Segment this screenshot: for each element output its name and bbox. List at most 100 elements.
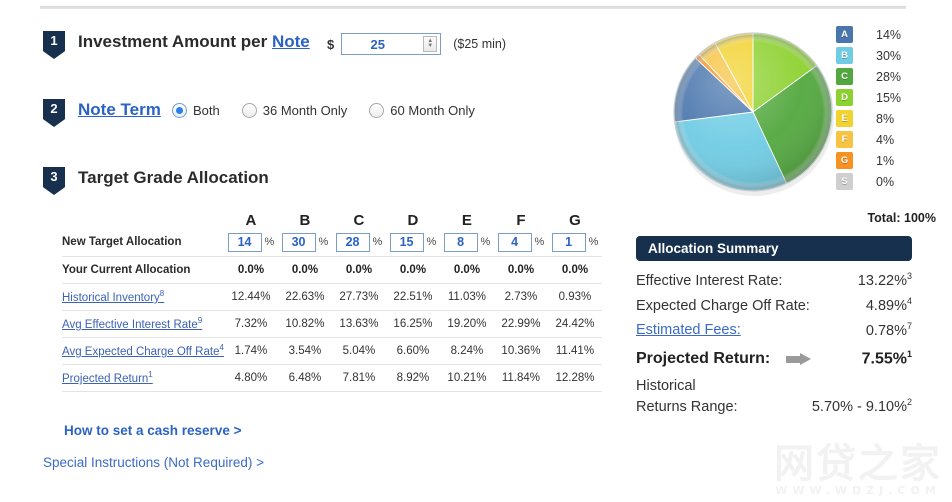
summary-label-expected-charge-off-rate: Expected Charge Off Rate: [636, 297, 810, 314]
summary-label-effective-interest-rate: Effective Interest Rate: [636, 272, 783, 289]
historical-returns-value: 5.70% - 9.10%2 [811, 396, 912, 415]
estimated-fees-link[interactable]: Estimated Fees: [636, 322, 741, 338]
table-row-label-link[interactable]: Avg Effective Interest Rate9 [62, 310, 224, 338]
summary-value-estimated-fees: 0.78%7 [865, 320, 912, 339]
legend-item-g: G 1% [836, 150, 936, 171]
table-cell: 11.03% [439, 282, 494, 311]
note-term-radio-group: Both 36 Month Only 60 Month Only [172, 103, 497, 118]
table-cell: 22.63% [277, 282, 332, 311]
allocation-input-cell[interactable]: 28% [331, 229, 386, 257]
table-cell: 13.63% [331, 310, 386, 338]
summary-row-effective-interest-rate: Effective Interest Rate: 13.22%3 [636, 271, 912, 289]
summary-row-expected-charge-off-rate: Expected Charge Off Rate: 4.89%4 [636, 296, 912, 314]
allocation-input-cell[interactable]: 14% [223, 229, 278, 257]
table-cell: 0.0% [385, 256, 440, 284]
table-cell: 12.44% [223, 282, 278, 311]
table-cell: 24.42% [547, 310, 602, 338]
allocation-input-c[interactable]: 28 [335, 232, 370, 252]
allocation-input-cell[interactable]: 30% [277, 229, 332, 257]
allocation-input-d[interactable]: 15 [389, 232, 424, 252]
step-3-number: 3 [50, 169, 58, 184]
investment-amount-control: $ 25 ▲ ▼ ($25 min) [327, 33, 506, 55]
summary-row-estimated-fees: Estimated Fees: 0.78%7 [636, 321, 912, 339]
table-row-label: New Target Allocation [62, 229, 224, 257]
cash-reserve-link[interactable]: How to set a cash reserve > [64, 423, 241, 438]
legend-value-s: 0% [876, 174, 895, 189]
legend-swatch-b: B [836, 47, 853, 64]
percent-sign: % [480, 236, 491, 249]
step-3-target-grade-allocation: 3 Target Grade Allocation [43, 167, 269, 195]
table-cell: 7.81% [331, 364, 386, 392]
step-1-title: Investment Amount per Note [78, 31, 310, 53]
percent-sign: % [318, 236, 329, 249]
radio-60-month-icon[interactable] [369, 103, 385, 118]
summary-value-expected-charge-off-rate: 4.89%4 [865, 295, 912, 314]
watermark-main: 网贷之家 [774, 441, 942, 487]
legend-item-d: D 15% [836, 87, 936, 108]
table-row-label-link[interactable]: Historical Inventory8 [62, 282, 224, 311]
percent-sign: % [264, 236, 275, 249]
pie-chart-svg [673, 32, 834, 196]
step-2-title[interactable]: Note Term [78, 99, 161, 121]
allocation-input-e[interactable]: 8 [443, 232, 478, 252]
percent-sign: % [534, 236, 545, 249]
note-term-option-36-month[interactable]: 36 Month Only [241, 103, 348, 118]
table-cell: 0.0% [331, 256, 386, 284]
legend-item-f: F 4% [836, 129, 936, 150]
legend-item-a: A 14% [836, 24, 936, 45]
allocation-input-b[interactable]: 30 [281, 232, 316, 252]
note-term-option-60-month-label: 60 Month Only [390, 103, 475, 118]
note-term-option-both[interactable]: Both [172, 103, 220, 118]
site-watermark: 网贷之家 WWW.WDZJ.COM [774, 444, 942, 496]
investment-amount-stepper[interactable]: ▲ ▼ [423, 36, 438, 52]
table-cell: 27.73% [331, 282, 386, 311]
allocation-input-f[interactable]: 4 [497, 232, 532, 252]
table-header-row: A B C D E F G [62, 205, 602, 229]
historical-returns-label-line1: Historical [636, 377, 696, 394]
legend-item-c: C 28% [836, 66, 936, 87]
radio-both-icon[interactable] [172, 103, 187, 118]
legend-swatch-s: S [836, 173, 853, 190]
table-row: Historical Inventory8 12.44% 22.63% 27.73% 2… [62, 282, 602, 311]
table-row-label-link[interactable]: Avg Expected Charge Off Rate4 [62, 337, 224, 365]
table-cell: 11.84% [493, 364, 548, 392]
table-row: Avg Effective Interest Rate9 7.32% 10.82% 1… [62, 310, 602, 338]
allocation-input-cell[interactable]: 8% [439, 229, 494, 257]
allocation-input-cell[interactable]: 1% [547, 229, 602, 257]
step-1-investment-amount: 1 Investment Amount per Note [43, 31, 310, 59]
currency-symbol: $ [327, 36, 335, 52]
percent-sign: % [372, 236, 383, 249]
note-term-option-both-label: Both [193, 103, 220, 118]
legend-swatch-d: D [836, 89, 853, 106]
legend-value-f: 4% [876, 132, 895, 147]
special-instructions-link[interactable]: Special Instructions (Not Required) > [43, 455, 264, 470]
allocation-input-g[interactable]: 1 [551, 232, 586, 252]
investment-amount-input[interactable]: 25 ▲ ▼ [341, 33, 442, 55]
legend-value-g: 1% [876, 153, 895, 168]
column-header-a: A [245, 212, 257, 229]
allocation-summary-header: Allocation Summary [636, 236, 912, 261]
allocation-input-a[interactable]: 14 [227, 232, 262, 252]
radio-36-month-icon[interactable] [241, 103, 257, 118]
allocation-input-cell[interactable]: 15% [385, 229, 440, 257]
column-header-f: F [516, 212, 526, 229]
note-term-option-36-month-label: 36 Month Only [262, 103, 348, 118]
note-term-option-60-month[interactable]: 60 Month Only [369, 103, 475, 118]
table-cell: 7.32% [223, 310, 278, 338]
summary-row-projected-return: Projected Return: 7.55%1 [636, 349, 912, 368]
table-cell: 6.60% [385, 337, 440, 365]
table-cell: 10.21% [439, 364, 494, 392]
step-2-badge: 2 [43, 99, 65, 127]
note-link[interactable]: Note [272, 32, 310, 51]
summary-label-projected-return: Projected Return: [636, 350, 771, 368]
step-2-note-term: 2 Note Term [43, 99, 161, 127]
table-cell: 12.28% [547, 364, 602, 392]
table-cell: 1.74% [223, 337, 278, 365]
table-cell: 22.51% [385, 282, 440, 311]
table-cell: 10.82% [277, 310, 332, 338]
column-header-c: C [353, 212, 365, 229]
table-cell: 3.54% [277, 337, 332, 365]
table-row-label-link[interactable]: Projected Return1 [62, 364, 224, 392]
summary-row-historical-returns-range: Historical Returns Range: 5.70% - 9.10%2 [636, 378, 912, 415]
allocation-input-cell[interactable]: 4% [493, 229, 548, 257]
